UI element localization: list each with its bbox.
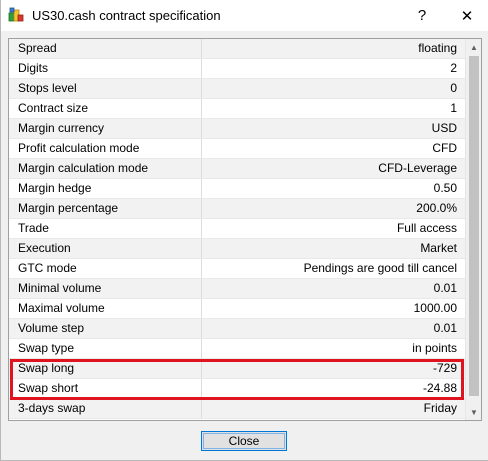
row-label: GTC mode [9, 259, 202, 278]
table-row[interactable]: Swap short -24.88 [9, 379, 465, 399]
row-label: Contract size [9, 99, 202, 118]
row-label: Margin currency [9, 119, 202, 138]
row-label: Volume step [9, 319, 202, 338]
scroll-up-icon[interactable]: ▲ [466, 39, 481, 55]
row-label: Digits [9, 59, 202, 78]
table-row[interactable]: Trade Full access [9, 219, 465, 239]
row-label: Minimal volume [9, 279, 202, 298]
table-row[interactable]: Contract size 1 [9, 99, 465, 119]
contract-spec-icon [8, 7, 24, 23]
row-value: 0.01 [433, 281, 457, 295]
row-label: Swap long [9, 359, 202, 378]
row-label: Execution [9, 239, 202, 258]
scrollbar-thumb[interactable] [469, 56, 479, 396]
close-button-label: Close [228, 434, 260, 448]
close-window-button[interactable]: ✕ [445, 0, 488, 31]
specification-table: Spread floating Digits 2 Stops level 0 Contrac… [8, 38, 482, 421]
row-label: Stops level [9, 79, 202, 98]
table-row[interactable]: Stops level 0 [9, 79, 465, 99]
row-label: Spread [9, 39, 202, 58]
table-row[interactable]: Margin percentage 200.0% [9, 199, 465, 219]
row-value: Full access [396, 221, 457, 235]
row-value: Market [420, 241, 457, 255]
row-value: 2 [450, 61, 457, 75]
table-row[interactable]: Margin hedge 0.50 [9, 179, 465, 199]
table-row[interactable]: Profit calculation mode CFD [9, 139, 465, 159]
table-row[interactable]: Margin calculation mode CFD-Leverage [9, 159, 465, 179]
specification-rows: Spread floating Digits 2 Stops level 0 Contrac… [9, 39, 465, 419]
row-label: Swap type [9, 339, 202, 358]
row-value: 0.01 [433, 321, 457, 335]
row-value: Pendings are good till cancel [303, 261, 457, 275]
title-bar: US30.cash contract specification ? ✕ [1, 0, 488, 31]
help-icon: ? [417, 7, 427, 24]
row-value: Friday [423, 401, 457, 415]
row-value: USD [431, 121, 457, 135]
row-value: -729 [432, 361, 457, 375]
row-label: Profit calculation mode [9, 139, 202, 158]
close-icon: ✕ [460, 7, 474, 25]
row-label: Trade [9, 219, 202, 238]
window-title: US30.cash contract specification [32, 8, 221, 23]
row-value: CFD-Leverage [378, 161, 457, 175]
row-label: Margin hedge [9, 179, 202, 198]
row-value: 200.0% [416, 201, 457, 215]
table-row[interactable]: 3-days swap Friday [9, 399, 465, 419]
row-value: 1000.00 [413, 301, 457, 315]
row-value: 0.50 [433, 181, 457, 195]
help-button[interactable]: ? [400, 0, 444, 31]
row-label: Swap short [9, 379, 202, 398]
row-value: floating [418, 41, 457, 55]
vertical-scrollbar[interactable]: ▲ ▼ [465, 39, 481, 420]
row-label: 3-days swap [9, 399, 202, 418]
contract-spec-dialog: US30.cash contract specification ? ✕ Spr… [0, 0, 488, 461]
row-value: 0 [450, 81, 457, 95]
table-row[interactable]: Swap long -729 [9, 359, 465, 379]
row-label: Margin calculation mode [9, 159, 202, 178]
table-row[interactable]: Spread floating [9, 39, 465, 59]
table-row[interactable]: Volume step 0.01 [9, 319, 465, 339]
close-button[interactable]: Close [201, 431, 287, 451]
scroll-down-icon[interactable]: ▼ [466, 404, 481, 420]
row-value: in points [412, 341, 457, 355]
table-row[interactable]: Execution Market [9, 239, 465, 259]
table-row[interactable]: GTC mode Pendings are good till cancel [9, 259, 465, 279]
row-label: Margin percentage [9, 199, 202, 218]
row-value: -24.88 [422, 381, 457, 395]
table-row[interactable]: Swap type in points [9, 339, 465, 359]
table-row[interactable]: Margin currency USD [9, 119, 465, 139]
table-row[interactable]: Digits 2 [9, 59, 465, 79]
table-row[interactable]: Maximal volume 1000.00 [9, 299, 465, 319]
table-row[interactable]: Minimal volume 0.01 [9, 279, 465, 299]
row-label: Maximal volume [9, 299, 202, 318]
row-value: CFD [432, 141, 457, 155]
row-value: 1 [450, 101, 457, 115]
